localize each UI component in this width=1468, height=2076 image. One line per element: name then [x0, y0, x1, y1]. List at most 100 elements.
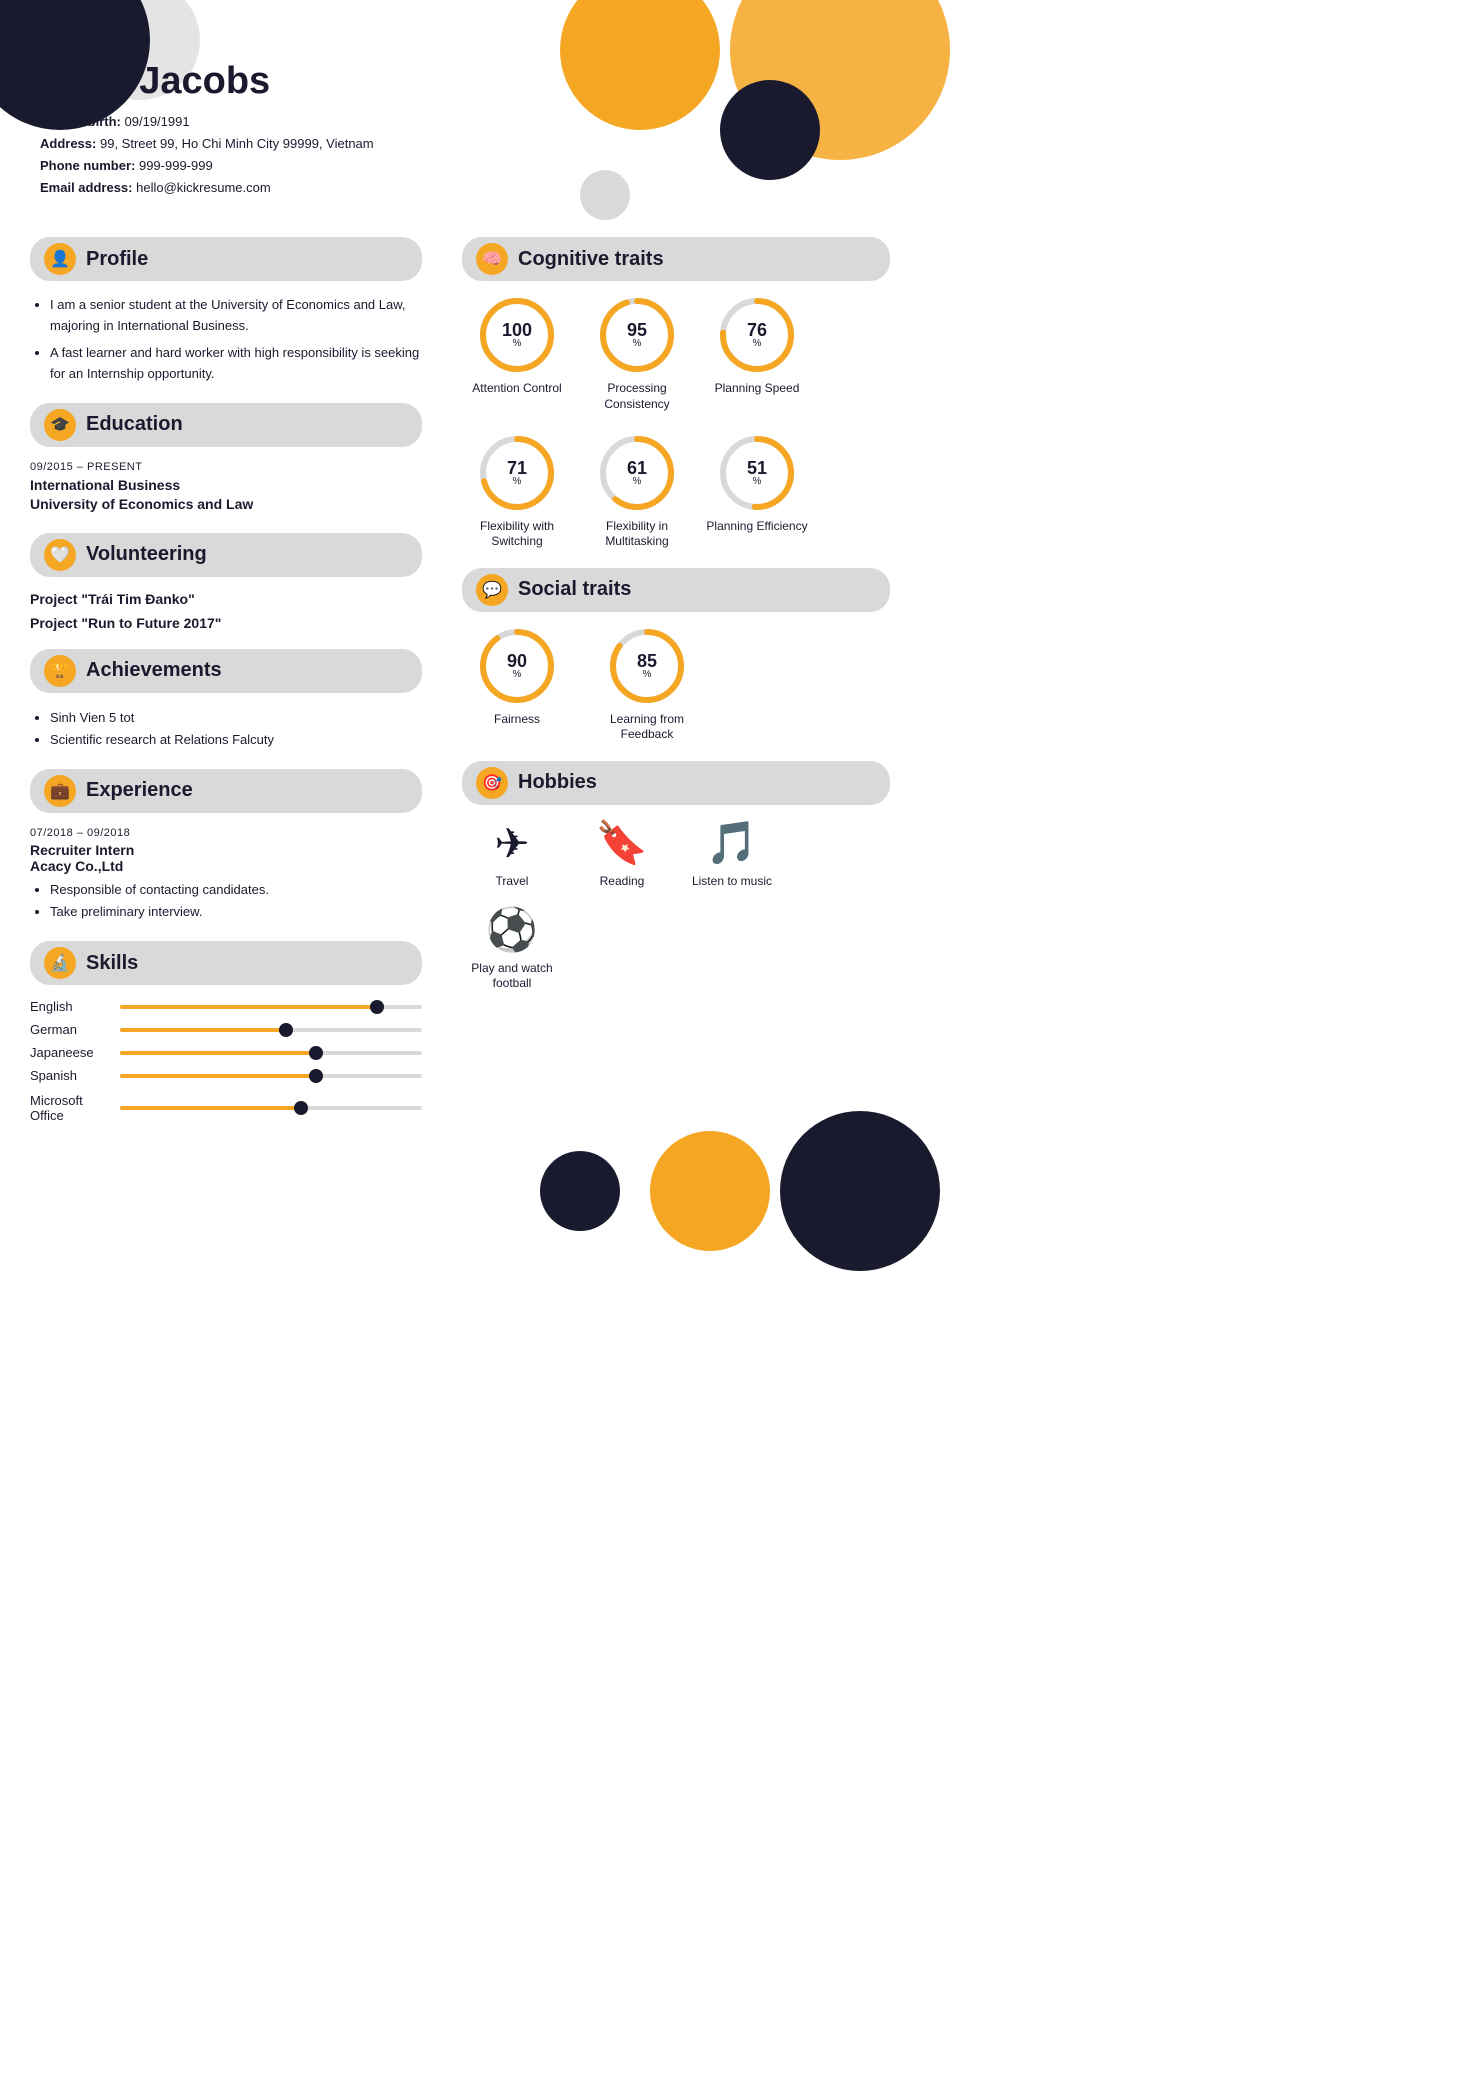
circle-value: 90% [507, 652, 527, 680]
exp-bullets: Responsible of contacting candidates.Tak… [30, 879, 422, 923]
profile-content: I am a senior student at the University … [30, 295, 422, 384]
achievements-icon: 🏆 [44, 655, 76, 687]
info-phone: Phone number: 999-999-999 [40, 155, 880, 177]
profile-section-header: 👤 Profile [30, 237, 422, 281]
exp-date: 07/2018 – 09/2018 [30, 827, 422, 839]
profile-bullets: I am a senior student at the University … [30, 295, 422, 384]
experience-section-header: 💼 Experience [30, 769, 422, 813]
hobby-label: Reading [600, 874, 645, 890]
skill-bar [120, 1028, 422, 1032]
circle-container: 76% [717, 295, 797, 375]
circle-value: 95% [627, 321, 647, 349]
circle-container: 71% [477, 433, 557, 513]
skill-row: Japaneese [30, 1045, 422, 1060]
circle-container: 85% [607, 626, 687, 706]
skills-section-header: 🔬 Skills [30, 941, 422, 985]
education-content: 09/2015 – PRESENT International Business… [30, 461, 422, 515]
achievements-section-header: 🏆 Achievements [30, 649, 422, 693]
deco-bottom-2 [650, 1131, 770, 1251]
achievement-item: Sinh Vien 5 tot [50, 707, 422, 729]
left-column: 👤 Profile I am a senior student at the U… [10, 219, 442, 1131]
hobby-item: ✈ Travel [462, 819, 562, 890]
experience-icon: 💼 [44, 775, 76, 807]
skill-dot [309, 1046, 323, 1060]
skill-name: German [30, 1022, 120, 1037]
skill-bar [120, 1005, 422, 1009]
circle-value: 61% [627, 459, 647, 487]
trait-item: 95% Processing Consistency [582, 295, 692, 412]
profile-icon: 👤 [44, 243, 76, 275]
achievements-title: Achievements [86, 659, 222, 682]
trait-label: Processing Consistency [582, 381, 692, 412]
hobby-item: 🎵 Listen to music [682, 819, 782, 890]
cognitive-section-header: 🧠 Cognitive traits [462, 237, 890, 281]
volunteering-section-header: 🤍 Volunteering [30, 533, 422, 577]
circle-value: 76% [747, 321, 767, 349]
tool-skills: Microsoft Office [30, 1093, 422, 1123]
trait-item: 61% Flexibility in Multitasking [582, 433, 692, 550]
skill-fill [120, 1005, 377, 1009]
trait-label: Planning Efficiency [706, 519, 807, 535]
skill-row: Microsoft Office [30, 1093, 422, 1123]
circle-container: 51% [717, 433, 797, 513]
skill-name: Spanish [30, 1068, 120, 1083]
hobby-item: 🔖 Reading [572, 819, 672, 890]
hobbies-section-header: 🎯 Hobbies [462, 761, 890, 805]
trait-item: 51% Planning Efficiency [702, 433, 812, 550]
skills-title: Skills [86, 952, 138, 975]
right-column: 🧠 Cognitive traits 100% Attention Contro… [442, 219, 910, 1131]
circle-container: 95% [597, 295, 677, 375]
circle-container: 100% [477, 295, 557, 375]
achievement-item: Scientific research at Relations Falcuty [50, 729, 422, 751]
trait-label: Flexibility in Multitasking [582, 519, 692, 550]
hobbies-grid: ✈ Travel 🔖 Reading 🎵 Listen to music ⚽ P… [462, 819, 890, 992]
skills-content: English German Japaneese Spanish Microso… [30, 999, 422, 1123]
skill-name: Japaneese [30, 1045, 120, 1060]
skill-fill [120, 1074, 316, 1078]
trait-item: 85% Learning from Feedback [592, 626, 702, 743]
social-traits-grid: 90% Fairness 85% Learning from Feedback [462, 626, 890, 743]
trait-label: Planning Speed [715, 381, 800, 397]
trait-item: 76% Planning Speed [702, 295, 812, 412]
social-icon: 💬 [476, 574, 508, 606]
info-address: Address: 99, Street 99, Ho Chi Minh City… [40, 133, 880, 155]
skill-name: Microsoft Office [30, 1093, 120, 1123]
skill-name: English [30, 999, 120, 1014]
skill-bar [120, 1074, 422, 1078]
trait-item: 100% Attention Control [462, 295, 572, 412]
hobbies-icon: 🎯 [476, 767, 508, 799]
social-section-header: 💬 Social traits [462, 568, 890, 612]
education-section-header: 🎓 Education [30, 403, 422, 447]
hobby-icon: 🔖 [596, 819, 648, 868]
exp-job-title: Recruiter Intern [30, 842, 422, 858]
hobby-icon: 🎵 [706, 819, 758, 868]
skill-row: English [30, 999, 422, 1014]
circle-value: 85% [637, 652, 657, 680]
circle-value: 100% [502, 321, 532, 349]
skills-icon: 🔬 [44, 947, 76, 979]
circle-value: 71% [507, 459, 527, 487]
volunteering-icon: 🤍 [44, 539, 76, 571]
skill-dot [279, 1023, 293, 1037]
vol-item: Project "Trái Tim Đanko" [30, 591, 422, 607]
skill-dot [309, 1069, 323, 1083]
trait-item: 90% Fairness [462, 626, 572, 743]
volunteering-content: Project "Trái Tim Đanko"Project "Run to … [30, 591, 422, 631]
skill-fill [120, 1028, 286, 1032]
experience-title: Experience [86, 779, 193, 802]
hobbies-title: Hobbies [518, 771, 597, 794]
social-title: Social traits [518, 578, 631, 601]
cognitive-icon: 🧠 [476, 243, 508, 275]
cognitive-traits-grid: 100% Attention Control 95% Processing Co… [462, 295, 890, 549]
achievement-list: Sinh Vien 5 totScientific research at Re… [30, 707, 422, 751]
education-icon: 🎓 [44, 409, 76, 441]
hobby-label: Listen to music [692, 874, 772, 890]
volunteering-items: Project "Trái Tim Đanko"Project "Run to … [30, 591, 422, 631]
header: Irwin Jacobs Date of birth: 09/19/1991 A… [0, 0, 920, 219]
skill-row: Spanish [30, 1068, 422, 1083]
skill-row: German [30, 1022, 422, 1037]
hobby-label: Play and watch football [462, 961, 562, 992]
skill-bar [120, 1051, 422, 1055]
skill-dot [370, 1000, 384, 1014]
profile-bullet: A fast learner and hard worker with high… [50, 343, 422, 385]
